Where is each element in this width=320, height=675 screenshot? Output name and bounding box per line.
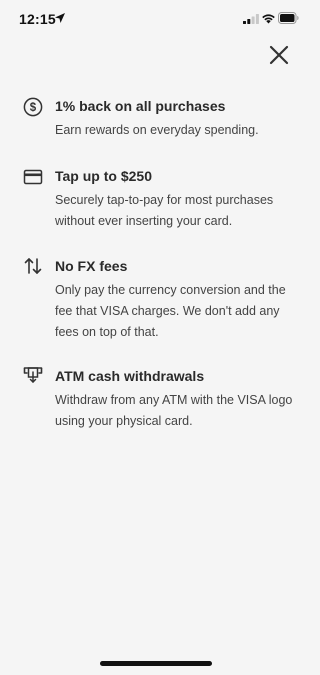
- wifi-icon: [262, 14, 275, 24]
- feature-description: Earn rewards on everyday spending.: [55, 123, 259, 137]
- feature-title: 1% back on all purchases: [55, 98, 226, 114]
- dollar-circle-icon: $: [23, 97, 43, 117]
- close-icon: [269, 45, 289, 65]
- cellular-signal-icon: [243, 14, 259, 24]
- home-indicator[interactable]: [100, 661, 212, 666]
- feature-description: Only pay the currency conversion and the…: [55, 283, 286, 339]
- exchange-arrows-icon: [24, 258, 42, 274]
- atm-withdraw-icon: [23, 367, 43, 383]
- location-arrow-icon: [55, 13, 65, 23]
- svg-text:$: $: [30, 102, 37, 114]
- credit-card-icon: [23, 169, 43, 185]
- status-time: 12:15: [19, 11, 56, 27]
- feature-title: Tap up to $250: [55, 168, 152, 184]
- battery-icon: [278, 12, 299, 24]
- feature-description: Withdraw from any ATM with the VISA logo…: [55, 393, 293, 428]
- feature-title: ATM cash withdrawals: [55, 368, 205, 384]
- close-button[interactable]: [266, 42, 292, 68]
- feature-description: Securely tap-to-pay for most purchases w…: [55, 193, 274, 228]
- feature-title: No FX fees: [55, 258, 128, 274]
- status-bar: 12:15: [0, 0, 312, 40]
